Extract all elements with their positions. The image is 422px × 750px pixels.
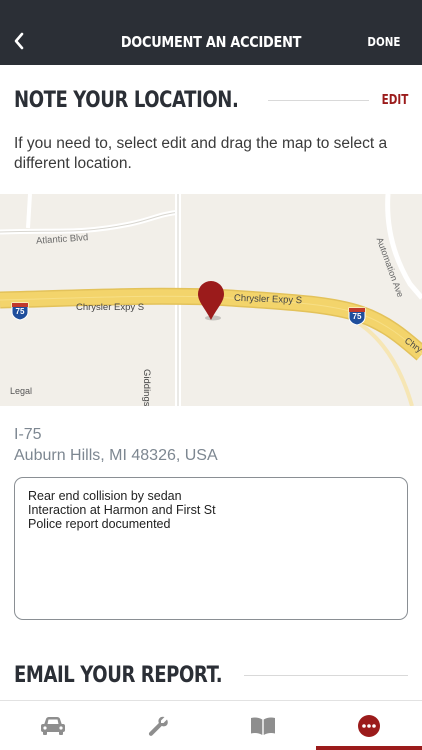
location-pin-icon[interactable] <box>197 280 225 322</box>
tab-vehicle[interactable] <box>23 701 83 750</box>
book-icon <box>251 717 275 735</box>
selected-tab-indicator <box>316 746 422 750</box>
location-address: I-75 Auburn Hills, MI 48326, USA <box>14 424 218 466</box>
edit-location-button[interactable]: EDIT <box>381 93 408 108</box>
road-label: Chrysler Expy S <box>76 302 145 313</box>
page-title: DOCUMENT AN ACCIDENT <box>120 33 302 51</box>
notes-line: Rear end collision by sedan <box>28 489 182 503</box>
location-section-title: NOTE YOUR LOCATION. <box>14 87 239 113</box>
notes-line: Interaction at Harmon and First St <box>28 503 216 517</box>
tab-manual[interactable] <box>233 701 293 750</box>
location-map[interactable]: Atlantic Blvd Chrysler Expy S Chrysler E… <box>0 194 422 406</box>
section-divider <box>243 674 408 676</box>
shield-number: 75 <box>15 307 25 316</box>
chevron-left-icon <box>14 32 24 50</box>
accident-notes-field[interactable]: Rear end collision by sedan Interaction … <box>14 477 408 620</box>
tab-more[interactable] <box>339 701 399 750</box>
notes-line: Police report documented <box>28 517 171 531</box>
shield-number: 75 <box>352 312 362 321</box>
tab-service[interactable] <box>128 701 188 750</box>
email-section-title: EMAIL YOUR REPORT. <box>14 662 223 688</box>
location-section-header: NOTE YOUR LOCATION. EDIT <box>14 86 408 114</box>
interstate-shield-icon: 75 <box>10 301 30 321</box>
email-section-header: EMAIL YOUR REPORT. <box>14 660 408 690</box>
back-button[interactable] <box>8 26 32 54</box>
location-instructions: If you need to, select edit and drag the… <box>14 135 388 172</box>
done-button[interactable]: DONE <box>367 35 400 49</box>
tab-bar <box>0 700 422 750</box>
road-label: Chrysler Expy S <box>233 292 303 307</box>
map-legal-link[interactable]: Legal <box>10 386 32 396</box>
section-divider <box>267 99 369 101</box>
car-icon <box>41 717 65 735</box>
interstate-shield-icon: 75 <box>347 306 367 326</box>
navigation-bar: DOCUMENT AN ACCIDENT DONE <box>0 0 422 65</box>
address-line-1: I-75 <box>14 426 42 443</box>
more-icon <box>358 715 380 737</box>
address-line-2: Auburn Hills, MI 48326, USA <box>14 447 218 464</box>
road-label: Giddings Rd <box>141 369 152 406</box>
wrench-icon <box>148 716 168 736</box>
